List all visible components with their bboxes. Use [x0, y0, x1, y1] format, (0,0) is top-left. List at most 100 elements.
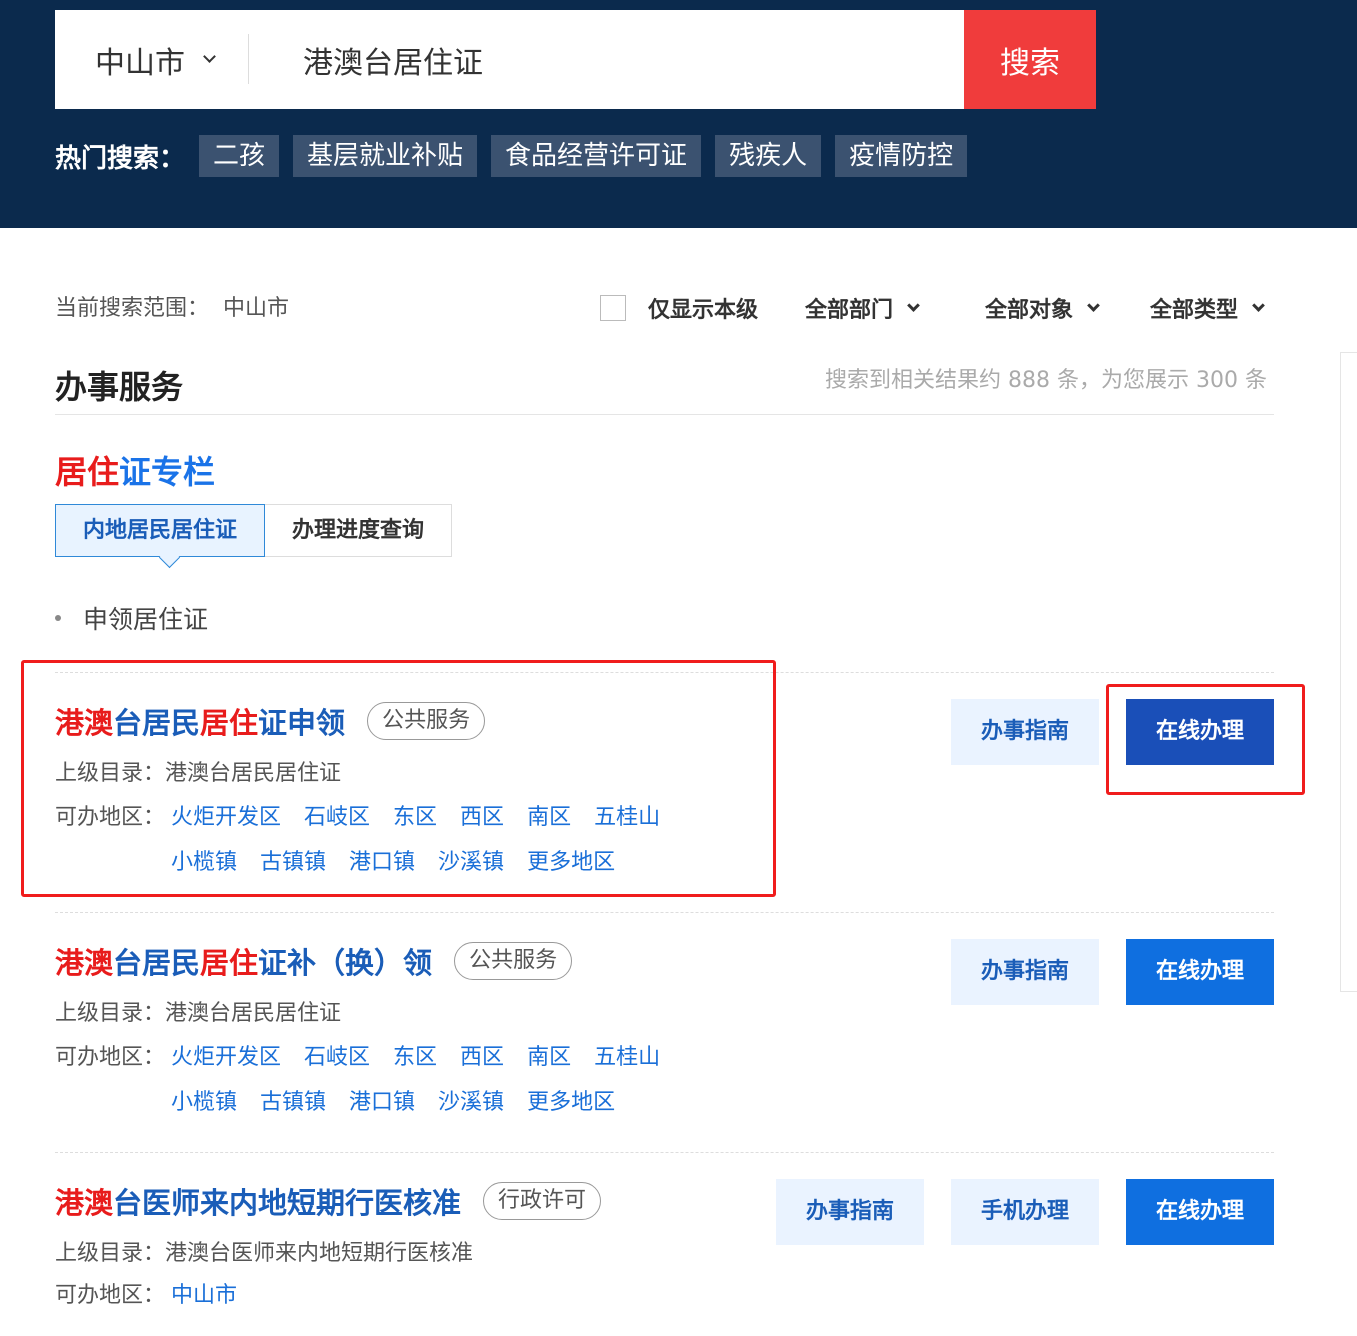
- parent-catalog-label: 上级目录：: [55, 1001, 166, 1026]
- title-highlight: 港澳: [55, 1186, 114, 1220]
- result-title-1[interactable]: 港澳 台居民 居住 证申领 公共服务: [55, 700, 486, 742]
- area-link[interactable]: 西区: [460, 1045, 504, 1070]
- hot-search-tag[interactable]: 疫情防控: [835, 135, 968, 177]
- only-level-checkbox[interactable]: [600, 295, 626, 321]
- title-text: 台居民: [113, 946, 201, 980]
- area-link[interactable]: 港口镇: [349, 850, 415, 875]
- result-divider: [55, 912, 1274, 913]
- target-filter[interactable]: 全部对象: [985, 292, 1100, 324]
- area-link[interactable]: 古镇镇: [260, 850, 326, 875]
- search-button[interactable]: 搜索: [964, 10, 1096, 109]
- area-link[interactable]: 小榄镇: [171, 1090, 237, 1115]
- result-title-3[interactable]: 港澳 台医师来内地短期行医核准 行政许可: [55, 1180, 602, 1222]
- section-title: 办事服务: [55, 368, 184, 406]
- area-label: 可办地区：: [55, 1283, 166, 1308]
- parent-catalog-label: 上级目录：: [55, 1241, 166, 1266]
- title-text: 证补（换）领: [258, 946, 433, 980]
- chevron-down-icon: [203, 50, 216, 63]
- tab-progress-query[interactable]: 办理进度查询: [265, 504, 453, 557]
- result-divider: [55, 1152, 1274, 1153]
- service-type-badge: 行政许可: [483, 1182, 602, 1220]
- area-link[interactable]: 南区: [527, 805, 571, 830]
- area-link[interactable]: 西区: [460, 805, 504, 830]
- area-link-more[interactable]: 更多地区: [527, 850, 615, 875]
- department-filter[interactable]: 全部部门: [805, 292, 920, 324]
- hot-search-tag[interactable]: 基层就业补贴: [293, 135, 478, 177]
- area-link[interactable]: 火炬开发区: [171, 1045, 281, 1070]
- title-highlight: 居住: [200, 706, 259, 740]
- column-tabs: 内地居民居住证 办理进度查询: [55, 504, 453, 557]
- hot-search-tag[interactable]: 残疾人: [715, 135, 822, 177]
- area-link[interactable]: 火炬开发区: [171, 805, 281, 830]
- area-link[interactable]: 南区: [527, 1045, 571, 1070]
- type-filter-label: 全部类型: [1150, 298, 1239, 323]
- area-link[interactable]: 东区: [393, 805, 437, 830]
- hot-search-tag[interactable]: 食品经营许可证: [491, 135, 702, 177]
- area-links-row2: 小榄镇 古镇镇 港口镇 沙溪镇 更多地区: [171, 1084, 638, 1116]
- city-select[interactable]: 中山市: [55, 10, 248, 109]
- online-handle-button[interactable]: 在线办理: [1126, 699, 1274, 765]
- area-link-more[interactable]: 更多地区: [527, 1090, 615, 1115]
- parent-catalog-value: 港澳台医师来内地短期行医核准: [165, 1241, 474, 1266]
- parent-catalog: 上级目录：港澳台居民居住证: [55, 755, 341, 787]
- search-input[interactable]: [249, 10, 964, 109]
- search-scope: 当前搜索范围： 中山市: [55, 290, 289, 322]
- side-panel-edge: [1340, 352, 1357, 992]
- title-text: 证申领: [258, 706, 346, 740]
- hot-search-tag[interactable]: 二孩: [199, 135, 280, 177]
- search-box: 中山市 搜索: [55, 10, 1096, 109]
- guide-button[interactable]: 办事指南: [951, 939, 1099, 1005]
- guide-button[interactable]: 办事指南: [951, 699, 1099, 765]
- parent-catalog: 上级目录：港澳台医师来内地短期行医核准: [55, 1235, 473, 1267]
- area-link[interactable]: 沙溪镇: [438, 1090, 504, 1115]
- online-handle-button[interactable]: 在线办理: [1126, 1179, 1274, 1245]
- area-link[interactable]: 中山市: [171, 1283, 237, 1308]
- search-scope-value: 中山市: [223, 296, 290, 321]
- column-title-rest: 证专栏: [119, 453, 216, 491]
- department-filter-label: 全部部门: [805, 298, 894, 323]
- tab-mainland-residence-permit[interactable]: 内地居民居住证: [55, 504, 266, 557]
- area-label: 可办地区：: [55, 1045, 166, 1070]
- area-link[interactable]: 石岐区: [304, 805, 370, 830]
- hot-search: 热门搜索： 二孩 基层就业补贴 食品经营许可证 残疾人 疫情防控: [55, 135, 981, 177]
- section-divider: [55, 414, 1274, 415]
- area-link[interactable]: 古镇镇: [260, 1090, 326, 1115]
- area-link[interactable]: 沙溪镇: [438, 850, 504, 875]
- service-type-badge: 公共服务: [367, 702, 486, 740]
- hot-search-label: 热门搜索：: [55, 143, 186, 174]
- area-link[interactable]: 五桂山: [594, 805, 660, 830]
- title-text: 台医师来内地短期行医核准: [113, 1186, 462, 1220]
- service-type-badge: 公共服务: [454, 942, 573, 980]
- title-highlight: 港澳: [55, 946, 114, 980]
- only-level-toggle[interactable]: 仅显示本级: [600, 292, 758, 324]
- area-link[interactable]: 小榄镇: [171, 850, 237, 875]
- area-links-row2: 小榄镇 古镇镇 港口镇 沙溪镇 更多地区: [171, 844, 638, 876]
- area-link[interactable]: 东区: [393, 1045, 437, 1070]
- chevron-down-icon: [1087, 298, 1100, 312]
- area-label: 可办地区：: [55, 805, 166, 830]
- result-divider: [55, 672, 1274, 673]
- city-select-label: 中山市: [95, 45, 185, 81]
- title-highlight: 港澳: [55, 706, 114, 740]
- area-links-row1: 火炬开发区 石岐区 东区 西区 南区 五桂山: [171, 1039, 683, 1071]
- parent-catalog-value: 港澳台居民居住证: [165, 761, 342, 786]
- online-handle-button[interactable]: 在线办理: [1126, 939, 1274, 1005]
- area-link[interactable]: 五桂山: [594, 1045, 660, 1070]
- result-title-2[interactable]: 港澳 台居民 居住 证补（换）领 公共服务: [55, 940, 573, 982]
- area-links-row1: 中山市: [171, 1277, 260, 1309]
- sub-item-apply-residence-permit[interactable]: 申领居住证: [55, 600, 208, 636]
- result-count: 搜索到相关结果约 888 条，为您展示 300 条: [825, 368, 1267, 393]
- column-title: 居住证专栏: [55, 447, 215, 493]
- header: 中山市 搜索 热门搜索： 二孩 基层就业补贴 食品经营许可证 残疾人 疫情防控: [0, 0, 1357, 228]
- area-link[interactable]: 港口镇: [349, 1090, 415, 1115]
- guide-button[interactable]: 办事指南: [776, 1179, 924, 1245]
- chevron-down-icon: [1252, 298, 1265, 312]
- bullet-icon: [55, 615, 61, 621]
- area-link[interactable]: 石岐区: [304, 1045, 370, 1070]
- type-filter[interactable]: 全部类型: [1150, 292, 1265, 324]
- chevron-down-icon: [907, 298, 920, 312]
- parent-catalog: 上级目录：港澳台居民居住证: [55, 995, 341, 1027]
- area-links-row1: 火炬开发区 石岐区 东区 西区 南区 五桂山: [171, 799, 683, 831]
- mobile-handle-button[interactable]: 手机办理: [951, 1179, 1099, 1245]
- sub-item-label: 申领居住证: [83, 605, 209, 634]
